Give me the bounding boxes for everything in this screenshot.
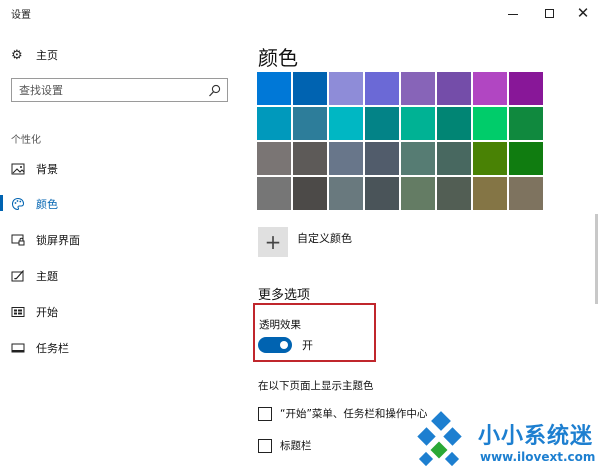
active-indicator — [0, 231, 3, 247]
sidebar-item-label: 任务栏 — [36, 342, 69, 355]
color-swatch[interactable] — [293, 142, 327, 175]
color-swatch[interactable] — [365, 107, 399, 140]
taskbar-icon — [11, 340, 25, 354]
show-accent-label: 在以下页面上显示主题色 — [258, 380, 374, 392]
color-swatch[interactable] — [401, 107, 435, 140]
picture-icon — [11, 161, 25, 175]
title-bar: 设置 ✕ — [0, 0, 600, 26]
sidebar: ⚙ 主页 个性化 背景 — [0, 26, 240, 474]
color-swatch[interactable] — [437, 107, 471, 140]
color-swatch[interactable] — [293, 107, 327, 140]
sidebar-item-label: 背景 — [36, 163, 58, 176]
active-indicator — [0, 267, 3, 283]
checkbox-label: “开始”菜单、任务栏和操作中心 — [280, 408, 428, 420]
color-swatch[interactable] — [473, 142, 507, 175]
color-swatch[interactable] — [509, 107, 543, 140]
sidebar-item-themes[interactable]: 主题 — [0, 264, 240, 286]
active-indicator — [0, 160, 3, 176]
sidebar-item-lock-screen[interactable]: 锁屏界面 — [0, 228, 240, 250]
color-swatch[interactable] — [473, 177, 507, 210]
active-indicator — [0, 339, 3, 355]
color-swatch[interactable] — [401, 177, 435, 210]
color-swatch[interactable] — [293, 177, 327, 210]
main-content: 颜色 + 自定义颜色 更多选项 透明效果 开 在以下页面上显示主题色 “开始”菜… — [240, 26, 600, 474]
custom-color-button[interactable]: + 自定义颜色 — [258, 227, 352, 257]
color-swatch[interactable] — [509, 177, 543, 210]
close-icon: ✕ — [576, 3, 590, 22]
highlight-box — [253, 303, 376, 362]
sidebar-item-label: 主题 — [36, 270, 58, 283]
checkbox-row-start-taskbar[interactable]: “开始”菜单、任务栏和操作中心 — [258, 406, 427, 421]
transparency-toggle[interactable] — [258, 337, 292, 353]
color-swatch[interactable] — [401, 72, 435, 105]
color-swatch[interactable] — [437, 142, 471, 175]
sidebar-item-background[interactable]: 背景 — [0, 157, 240, 179]
watermark-title: 小小系统迷 — [478, 424, 594, 449]
sidebar-item-label: 颜色 — [36, 198, 58, 211]
active-indicator — [0, 195, 3, 211]
title-bars-checkbox[interactable] — [258, 438, 272, 453]
sidebar-home-label: 主页 — [36, 49, 58, 62]
active-indicator — [0, 303, 3, 319]
color-swatch[interactable] — [365, 177, 399, 210]
toggle-knob — [280, 341, 288, 349]
color-swatch[interactable] — [329, 107, 363, 140]
window-title: 设置 — [11, 10, 31, 21]
color-swatch[interactable] — [473, 107, 507, 140]
lock-screen-icon — [11, 232, 25, 246]
palette-icon — [11, 196, 25, 211]
color-swatch[interactable] — [473, 72, 507, 105]
color-swatch[interactable] — [437, 177, 471, 210]
search-box[interactable] — [11, 78, 228, 102]
watermark: 小小系统迷 www.ilovext.com — [408, 410, 598, 472]
color-swatch[interactable] — [293, 72, 327, 105]
color-swatch[interactable] — [437, 72, 471, 105]
start-icon — [11, 304, 25, 318]
maximize-icon — [544, 8, 554, 18]
plus-icon: + — [258, 227, 288, 257]
color-swatch[interactable] — [257, 142, 291, 175]
watermark-logo — [417, 411, 462, 467]
color-swatch[interactable] — [509, 72, 543, 105]
color-swatch[interactable] — [329, 142, 363, 175]
color-swatch[interactable] — [509, 142, 543, 175]
checkbox-row-title-bars[interactable]: 标题栏 — [258, 438, 312, 453]
watermark-url: www.ilovext.com — [480, 450, 596, 464]
minimize-icon — [508, 13, 518, 15]
color-swatch[interactable] — [329, 72, 363, 105]
more-options-heading: 更多选项 — [258, 288, 311, 303]
section-label: 个性化 — [11, 135, 41, 146]
color-swatch[interactable] — [257, 107, 291, 140]
color-swatch[interactable] — [401, 142, 435, 175]
maximize-button[interactable] — [534, 0, 564, 26]
sidebar-item-label: 锁屏界面 — [36, 234, 80, 247]
color-swatch[interactable] — [329, 177, 363, 210]
transparency-state: 开 — [302, 339, 313, 352]
start-taskbar-checkbox[interactable] — [258, 406, 272, 421]
theme-icon — [11, 268, 25, 282]
sidebar-item-taskbar[interactable]: 任务栏 — [0, 336, 240, 358]
sidebar-item-start[interactable]: 开始 — [0, 300, 240, 322]
close-button[interactable]: ✕ — [568, 0, 598, 26]
gear-icon: ⚙ — [11, 47, 23, 63]
color-swatch[interactable] — [365, 142, 399, 175]
transparency-label: 透明效果 — [259, 319, 301, 331]
color-swatch[interactable] — [257, 72, 291, 105]
minimize-button[interactable] — [498, 0, 528, 26]
scrollbar[interactable] — [595, 214, 598, 304]
color-swatch-grid — [257, 72, 573, 212]
sidebar-home[interactable]: ⚙ 主页 — [11, 44, 58, 66]
checkbox-label: 标题栏 — [280, 440, 312, 452]
sidebar-item-label: 开始 — [36, 306, 58, 319]
color-swatch[interactable] — [257, 177, 291, 210]
custom-color-label: 自定义颜色 — [297, 232, 352, 245]
page-title: 颜色 — [258, 46, 298, 70]
color-swatch[interactable] — [365, 72, 399, 105]
search-icon[interactable] — [208, 83, 221, 102]
sidebar-item-colors[interactable]: 颜色 — [0, 192, 240, 214]
search-input[interactable] — [12, 79, 202, 101]
